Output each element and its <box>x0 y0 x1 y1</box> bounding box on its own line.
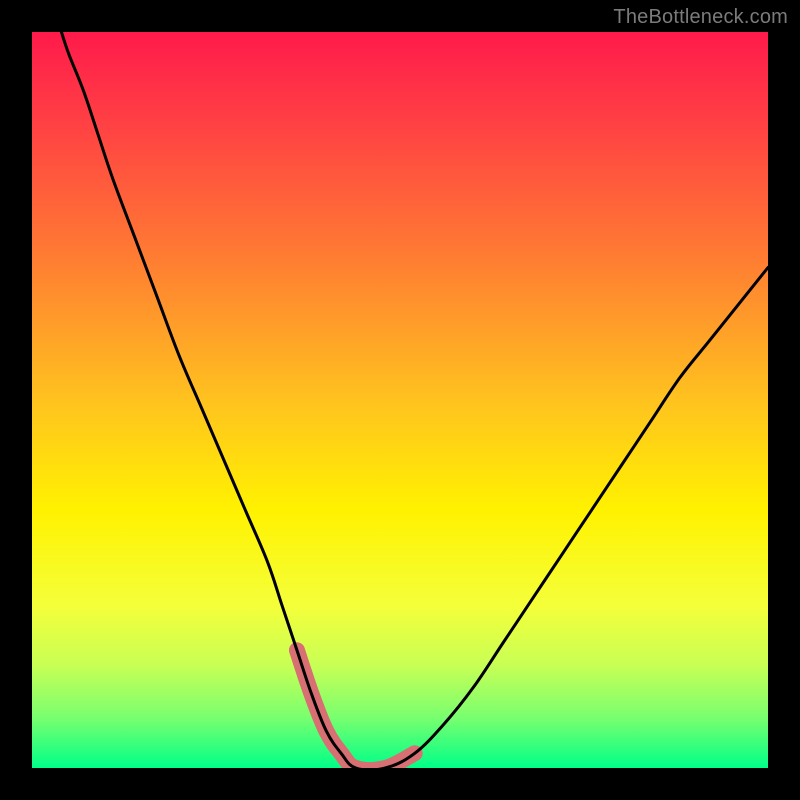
bottleneck-chart <box>0 0 800 800</box>
chart-frame: { "watermark": "TheBottleneck.com", "col… <box>0 0 800 800</box>
watermark-text: TheBottleneck.com <box>613 6 788 29</box>
plot-background <box>32 32 768 768</box>
